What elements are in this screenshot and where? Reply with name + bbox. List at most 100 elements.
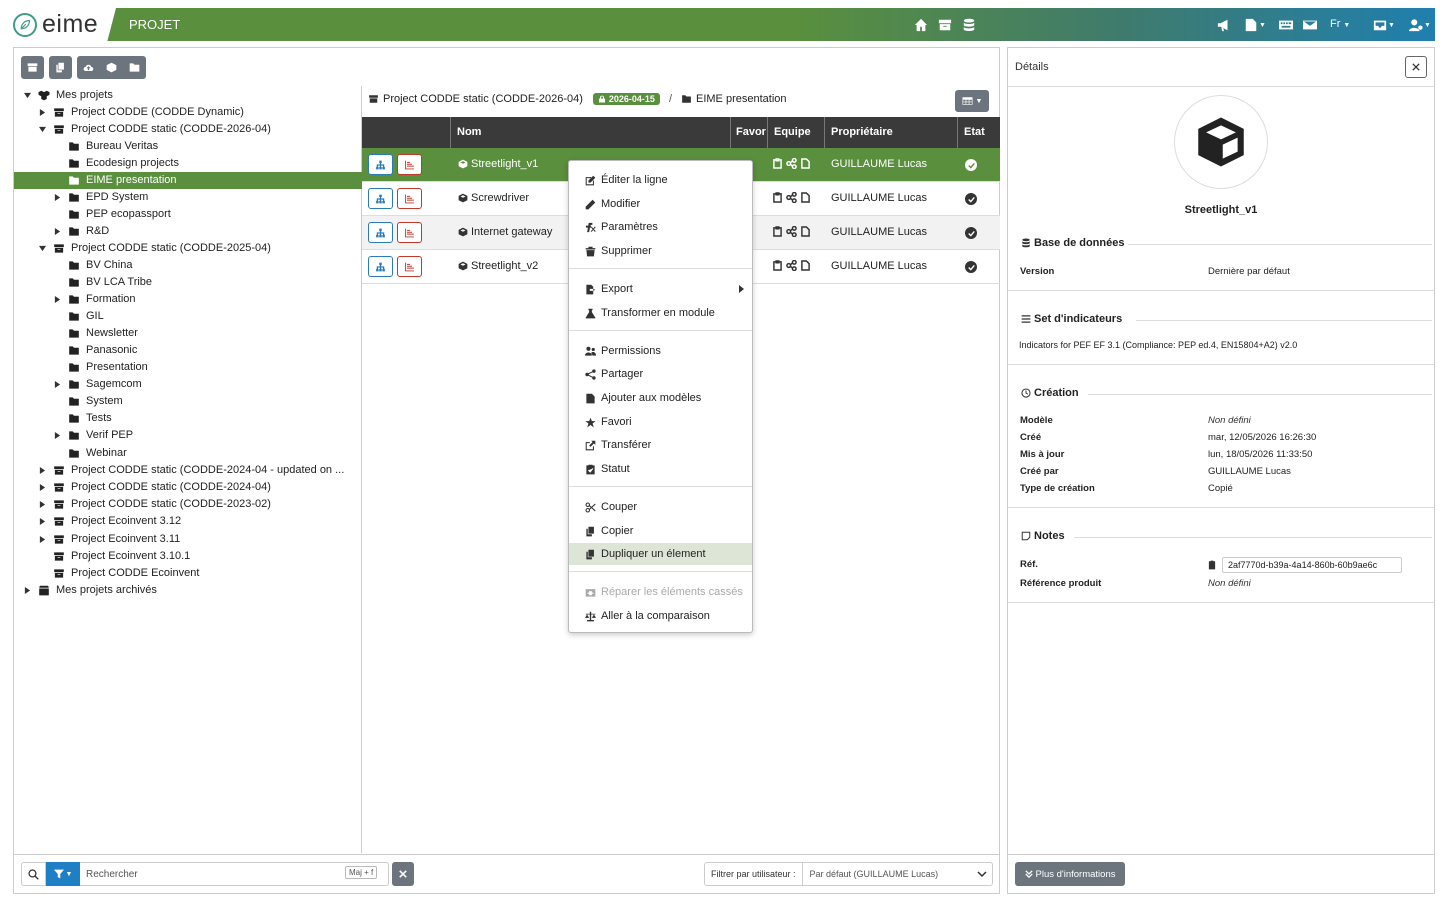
tree-item[interactable]: Project CODDE static (CODDE-2026-04) xyxy=(14,121,362,138)
tree-item[interactable]: PEP ecopassport xyxy=(14,206,362,223)
menu-item-ajouter-aux-modeles[interactable]: Ajouter aux modèles xyxy=(569,387,752,409)
structure-button[interactable] xyxy=(368,256,393,277)
col-nom[interactable]: Nom xyxy=(451,117,731,148)
menu-item-dupliquer-un-element[interactable]: Dupliquer un élement xyxy=(569,543,752,565)
results-button[interactable] xyxy=(397,154,422,175)
structure-button[interactable] xyxy=(368,154,393,175)
results-button[interactable] xyxy=(397,188,422,209)
tree-item[interactable]: R&D xyxy=(14,223,362,240)
language-selector[interactable]: Fr ▼ xyxy=(1330,18,1350,30)
expand-arrow-icon[interactable] xyxy=(39,536,46,543)
cloud-upload-button[interactable] xyxy=(77,56,100,79)
clear-search-button[interactable] xyxy=(392,862,414,886)
expand-arrow-icon[interactable] xyxy=(39,484,46,491)
element-name[interactable]: Streetlight_v2 xyxy=(458,260,538,272)
copy-button[interactable] xyxy=(49,56,72,79)
menu-item-supprimer[interactable]: Supprimer xyxy=(569,240,752,262)
archive-button[interactable] xyxy=(21,56,44,79)
element-name[interactable]: Internet gateway xyxy=(458,226,552,238)
tree-item[interactable]: Project Ecoinvent 3.12 xyxy=(14,513,362,530)
more-info-button[interactable]: Plus d'informations xyxy=(1015,862,1125,886)
breadcrumb-project[interactable]: Project CODDE static (CODDE-2026-04) xyxy=(383,93,583,105)
tree-item[interactable]: Presentation xyxy=(14,359,362,376)
col-favor[interactable]: Favor xyxy=(731,117,768,148)
menu-item-parametres[interactable]: Paramètres xyxy=(569,216,752,238)
envelope-icon[interactable] xyxy=(1301,16,1319,34)
tree-item[interactable]: Project CODDE static (CODDE-2024-04) xyxy=(14,479,362,496)
expand-arrow-icon[interactable] xyxy=(39,467,46,474)
expand-arrow-icon[interactable] xyxy=(54,432,61,439)
tree-item[interactable]: Project CODDE static (CODDE-2023-02) xyxy=(14,496,362,513)
close-details-button[interactable] xyxy=(1405,56,1427,78)
structure-button[interactable] xyxy=(368,188,393,209)
tree-item[interactable]: Ecodesign projects xyxy=(14,155,362,172)
collapse-arrow-icon[interactable] xyxy=(24,92,31,99)
collapse-arrow-icon[interactable] xyxy=(39,126,46,133)
cube-button[interactable] xyxy=(100,56,123,79)
tree-item[interactable]: BV China xyxy=(14,257,362,274)
tree-item[interactable]: Webinar xyxy=(14,445,362,462)
user-settings-dropdown-icon[interactable]: ▼ xyxy=(1406,16,1434,34)
clipboard-icon[interactable] xyxy=(1208,560,1216,570)
tree-item[interactable]: Newsletter xyxy=(14,325,362,342)
search-input[interactable] xyxy=(86,867,336,881)
database-icon[interactable] xyxy=(960,16,978,34)
tree-item[interactable]: Project CODDE static (CODDE-2024-04 - up… xyxy=(14,462,362,479)
col-equipe[interactable]: Equipe xyxy=(768,117,825,148)
tree-item[interactable]: Bureau Veritas xyxy=(14,138,362,155)
structure-button[interactable] xyxy=(368,222,393,243)
results-button[interactable] xyxy=(397,256,422,277)
expand-arrow-icon[interactable] xyxy=(39,501,46,508)
tree-item[interactable]: Project Ecoinvent 3.11 xyxy=(14,531,362,548)
eime-logo[interactable]: eime xyxy=(8,8,116,41)
expand-arrow-icon[interactable] xyxy=(39,109,46,116)
menu-item-permissions[interactable]: Permissions xyxy=(569,340,752,362)
view-mode-button[interactable]: ▼ xyxy=(955,90,989,112)
tree-item[interactable]: Project Ecoinvent 3.10.1 xyxy=(14,548,362,565)
expand-arrow-icon[interactable] xyxy=(39,518,46,525)
tree-item[interactable]: BV LCA Tribe xyxy=(14,274,362,291)
tree-item[interactable]: Project CODDE static (CODDE-2025-04) xyxy=(14,240,362,257)
expand-arrow-icon[interactable] xyxy=(54,296,61,303)
tree-item[interactable]: Verif PEP xyxy=(14,427,362,444)
tree-item[interactable]: Formation xyxy=(14,291,362,308)
file-dropdown-icon[interactable]: ▼ xyxy=(1241,16,1269,34)
inbox-dropdown-icon[interactable]: ▼ xyxy=(1370,16,1398,34)
menu-item-favori[interactable]: Favori xyxy=(569,411,752,433)
results-button[interactable] xyxy=(397,222,422,243)
tree-item[interactable]: Sagemcom xyxy=(14,376,362,393)
ref-field[interactable]: 2af7770d-b39a-4a14-860b-60b9ae6c xyxy=(1222,557,1402,573)
menu-item-transferer[interactable]: Transférer xyxy=(569,434,752,456)
tree-item[interactable]: EIME presentation xyxy=(14,172,362,189)
menu-item-copier[interactable]: Copier xyxy=(569,520,752,542)
tree-item[interactable]: Project CODDE (CODDE Dynamic) xyxy=(14,104,362,121)
breadcrumb-folder[interactable]: EIME presentation xyxy=(696,93,787,105)
home-icon[interactable] xyxy=(912,16,930,34)
tree-item[interactable]: Panasonic xyxy=(14,342,362,359)
search-icon[interactable] xyxy=(22,863,46,885)
menu-item-couper[interactable]: Couper xyxy=(569,496,752,518)
expand-arrow-icon[interactable] xyxy=(54,194,61,201)
element-name[interactable]: Screwdriver xyxy=(458,192,529,204)
menu-item-partager[interactable]: Partager xyxy=(569,363,752,385)
expand-arrow-icon[interactable] xyxy=(24,587,31,594)
menu-item-transformer-en-module[interactable]: Transformer en module xyxy=(569,302,752,324)
menu-item-editer-la-ligne[interactable]: Éditer la ligne xyxy=(569,169,752,191)
bullhorn-icon[interactable] xyxy=(1215,16,1233,34)
archive-icon[interactable] xyxy=(936,16,954,34)
folder-button[interactable] xyxy=(123,56,146,79)
tree-item[interactable]: Project CODDE Ecoinvent xyxy=(14,565,362,582)
keyboard-icon[interactable] xyxy=(1277,16,1295,34)
menu-item-modifier[interactable]: Modifier xyxy=(569,193,752,215)
col-etat[interactable]: Etat xyxy=(958,117,1000,148)
menu-item-aller-a-la-comparaison[interactable]: Aller à la comparaison xyxy=(569,605,752,627)
tree-item[interactable]: EPD System xyxy=(14,189,362,206)
tree-item[interactable]: System xyxy=(14,393,362,410)
tree-item[interactable]: Mes projets xyxy=(14,87,362,104)
menu-item-statut[interactable]: Statut xyxy=(569,458,752,480)
menu-item-export[interactable]: Export xyxy=(569,278,752,300)
tree-item[interactable]: Mes projets archivés xyxy=(14,582,362,599)
collapse-arrow-icon[interactable] xyxy=(39,245,46,252)
filter-dropdown-button[interactable]: ▼ xyxy=(46,862,80,886)
tree-item[interactable]: GIL xyxy=(14,308,362,325)
